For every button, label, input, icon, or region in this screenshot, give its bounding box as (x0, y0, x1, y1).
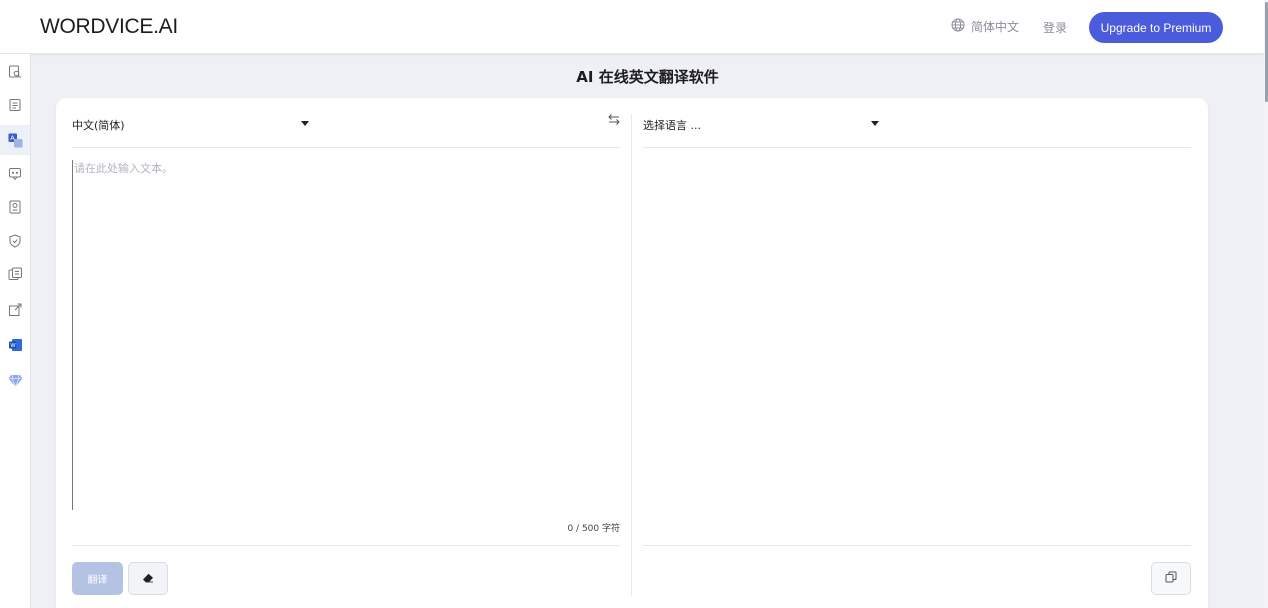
copy-button[interactable] (1151, 562, 1191, 595)
language-label: 简体中文 (971, 20, 1020, 34)
character-count: 0 / 500 字符 (567, 524, 620, 534)
chevron-down-icon (871, 121, 879, 126)
source-language-label: 中文(简体) (72, 119, 125, 132)
search-document-icon[interactable] (7, 64, 23, 80)
target-footer-divider (643, 545, 1191, 546)
document-list-icon[interactable] (7, 97, 23, 113)
target-header-divider (643, 147, 1191, 148)
chat-bubble-icon[interactable] (7, 166, 23, 182)
summary-icon[interactable] (7, 199, 23, 215)
svg-text:W: W (10, 343, 16, 349)
shield-check-icon[interactable] (7, 233, 23, 249)
globe-icon (951, 18, 965, 35)
panel-divider (631, 114, 632, 596)
top-navigation-bar: WORDVICE.AI 简体中文 登录 Upgrade to Premium (0, 0, 1264, 54)
target-language-placeholder: 选择语言 ... (643, 119, 701, 132)
source-text-input[interactable] (72, 160, 620, 510)
login-link[interactable]: 登录 (1043, 19, 1067, 36)
clear-button[interactable] (128, 562, 168, 595)
left-sidebar: A W (0, 54, 31, 608)
language-switcher[interactable]: 简体中文 (951, 18, 1019, 35)
ai-detector-icon[interactable] (7, 266, 23, 282)
translate-button[interactable]: 翻译 (72, 562, 123, 595)
upgrade-to-premium-button[interactable]: Upgrade to Premium (1089, 12, 1223, 43)
copy-icon (1165, 571, 1177, 586)
translate-icon[interactable]: A (0, 125, 30, 155)
page-title: AI 在线英文翻译软件 (576, 68, 719, 86)
premium-diamond-icon[interactable] (7, 372, 23, 388)
word-addin-icon[interactable]: W (7, 337, 23, 353)
external-link-icon[interactable] (7, 302, 23, 318)
source-header-divider (72, 147, 620, 148)
translator-card: 中文(简体) 选择语言 ... 0 / 500 字符 翻译 (56, 98, 1208, 608)
source-footer-divider (72, 545, 620, 546)
translation-output (643, 160, 1191, 535)
swap-icon[interactable] (608, 114, 620, 129)
logo[interactable]: WORDVICE.AI (40, 15, 178, 39)
chevron-down-icon (301, 121, 309, 126)
eraser-icon (142, 571, 154, 586)
